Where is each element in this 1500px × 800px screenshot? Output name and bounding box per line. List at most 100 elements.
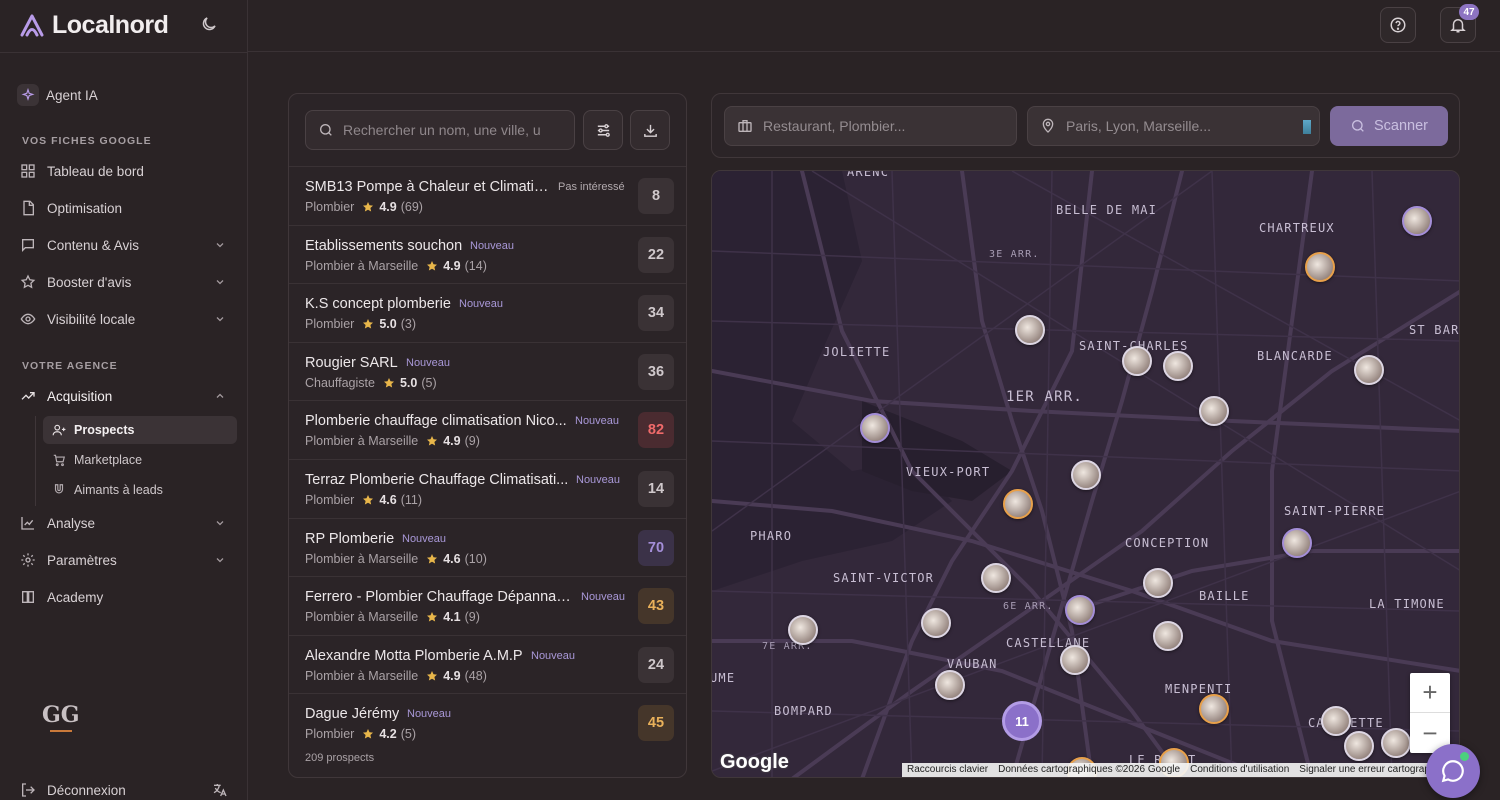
prospect-reviews: (69) [400, 200, 423, 214]
sidebar-item-visibilite-locale[interactable]: Visibilité locale [14, 304, 236, 334]
map-marker[interactable] [921, 608, 951, 638]
map-marker[interactable] [1122, 346, 1152, 376]
prospect-status: Nouveau [470, 239, 515, 252]
prospect-score[interactable]: 24 [638, 646, 674, 683]
sidebar-subitem-aimants[interactable]: Aimants à leads [43, 476, 237, 504]
sidebar-item-label: Contenu & Avis [47, 237, 140, 253]
sidebar-item-agent-ia[interactable]: Agent IA [14, 80, 236, 110]
prospect-name: Ferrero - Plombier Chauffage Dépannag... [305, 589, 573, 606]
map-marker[interactable] [1354, 355, 1384, 385]
prospect-row[interactable]: SMB13 Pompe à Chaleur et Climatis... Pas … [289, 167, 686, 226]
map-marker[interactable] [1065, 595, 1095, 625]
map-marker[interactable] [1282, 528, 1312, 558]
map-marker[interactable] [860, 413, 890, 443]
logo[interactable]: Localnord [18, 10, 169, 40]
prospect-reviews: (5) [400, 727, 416, 742]
app-name: Localnord [52, 10, 169, 39]
prospect-row[interactable]: Plomberie chauffage climatisation Nico..… [289, 401, 686, 460]
terms-link[interactable]: Conditions d'utilisation [1185, 763, 1295, 777]
map-label: 6E ARR. [1003, 601, 1054, 612]
map-marker[interactable] [1381, 728, 1411, 758]
zoom-controls: + − [1410, 673, 1450, 753]
prospect-score[interactable]: 70 [638, 529, 674, 566]
map[interactable]: ARENC BELLE DE MAI CHARTREUX 3E ARR. JOL… [711, 170, 1460, 778]
prospect-status: Nouveau [459, 298, 504, 311]
prospect-score[interactable]: 22 [638, 236, 674, 273]
prospect-row[interactable]: Alexandre Motta Plomberie A.M.P Nouveau Pl… [289, 636, 686, 695]
map-label: CHARTREUX [1259, 221, 1335, 235]
map-label: BOMPARD [774, 704, 833, 718]
map-marker[interactable] [1199, 396, 1229, 426]
map-marker[interactable] [1015, 315, 1045, 345]
help-button[interactable] [1380, 7, 1416, 43]
map-marker[interactable] [935, 670, 965, 700]
map-label: ST BARN [1409, 323, 1460, 337]
top-bar [248, 0, 1500, 52]
prospect-score[interactable]: 43 [638, 588, 674, 625]
prospect-row[interactable]: Etablissements souchon Nouveau Plombier à … [289, 226, 686, 285]
map-marker[interactable] [1199, 694, 1229, 724]
prospect-score[interactable]: 8 [638, 178, 674, 214]
map-marker[interactable] [1344, 731, 1374, 761]
prospect-reviews: (14) [464, 258, 487, 273]
google-logo: Google [720, 751, 789, 773]
sidebar-item-analyse[interactable]: Analyse [14, 508, 236, 538]
prospect-category: Plombier à Marseille [305, 258, 419, 273]
star-icon [427, 612, 438, 622]
prospect-row[interactable]: Dague Jérémy Nouveau Plombier 4.2 (5) 45 [289, 694, 686, 742]
map-marker[interactable] [1003, 489, 1033, 519]
zoom-in-button[interactable]: + [1410, 673, 1450, 713]
sidebar-item-parametres[interactable]: Paramètres [14, 545, 236, 575]
scanner-button[interactable]: Scanner [1330, 106, 1448, 146]
sidebar-item-academy[interactable]: Academy [14, 582, 236, 612]
trending-up-icon [21, 392, 35, 400]
prospect-row[interactable]: K.S concept plomberie Nouveau Plombier 5.0(… [289, 284, 686, 343]
prospect-row[interactable]: Rougier SARL Nouveau Chauffagiste 5.0 (5) 36 [289, 343, 686, 402]
map-label: BAILLE [1199, 589, 1250, 603]
map-cluster[interactable]: 11 [1002, 701, 1042, 741]
map-marker[interactable] [1060, 645, 1090, 675]
prospect-score[interactable]: 34 [638, 295, 674, 332]
sidebar-item-contenu-avis[interactable]: Contenu & Avis [14, 230, 236, 260]
prospect-score[interactable]: 45 [638, 705, 674, 742]
chat-button[interactable] [1426, 744, 1480, 798]
moon-icon[interactable] [200, 15, 218, 33]
sidebar-item-acquisition[interactable]: Acquisition [14, 381, 236, 411]
prospect-score[interactable]: 36 [638, 353, 674, 390]
prospect-row[interactable]: Terraz Plomberie Chauffage Climatisati..… [289, 460, 686, 519]
sidebar-item-tableau-de-bord[interactable]: Tableau de bord [14, 156, 236, 186]
translate-icon[interactable] [212, 782, 228, 798]
map-marker[interactable] [1305, 252, 1335, 282]
sidebar-subitem-marketplace[interactable]: Marketplace [43, 446, 237, 474]
map-marker[interactable] [1163, 351, 1193, 381]
prospect-row[interactable]: Ferrero - Plombier Chauffage Dépannag...… [289, 577, 686, 636]
map-marker[interactable] [1071, 460, 1101, 490]
filter-button[interactable] [583, 110, 623, 150]
map-marker[interactable] [1143, 568, 1173, 598]
download-button[interactable] [630, 110, 670, 150]
map-label: VAUBAN [947, 657, 998, 671]
keyboard-shortcuts-link[interactable]: Raccourcis clavier [902, 763, 994, 777]
map-marker[interactable] [1321, 706, 1351, 736]
prospect-score[interactable]: 82 [638, 412, 674, 449]
sidebar-subitem-prospects[interactable]: Prospects [43, 416, 237, 444]
prospect-row[interactable]: RP Plomberie Nouveau Plombier à Marseille 4… [289, 519, 686, 578]
prospect-reviews: (9) [464, 434, 480, 449]
map-marker[interactable] [1402, 206, 1432, 236]
business-type-input[interactable]: Restaurant, Plombier... [724, 106, 1017, 146]
map-marker[interactable] [788, 615, 818, 645]
sidebar-item-booster-avis[interactable]: Booster d'avis [14, 267, 236, 297]
gear-icon [21, 553, 35, 567]
logout-button[interactable]: Déconnexion [14, 775, 236, 800]
map-marker[interactable] [1153, 621, 1183, 651]
notifications-badge: 47 [1459, 4, 1479, 20]
prospect-status: Nouveau [407, 708, 452, 721]
city-input[interactable]: Paris, Lyon, Marseille... [1027, 106, 1320, 146]
prospect-status: Nouveau [531, 649, 576, 662]
prospect-score[interactable]: 14 [638, 470, 674, 507]
submenu-line [35, 416, 36, 506]
sidebar-item-optimisation[interactable]: Optimisation [14, 193, 236, 223]
search-input[interactable]: Rechercher un nom, une ville, u [305, 110, 575, 150]
map-marker[interactable] [981, 563, 1011, 593]
chevron-down-icon [216, 243, 224, 248]
